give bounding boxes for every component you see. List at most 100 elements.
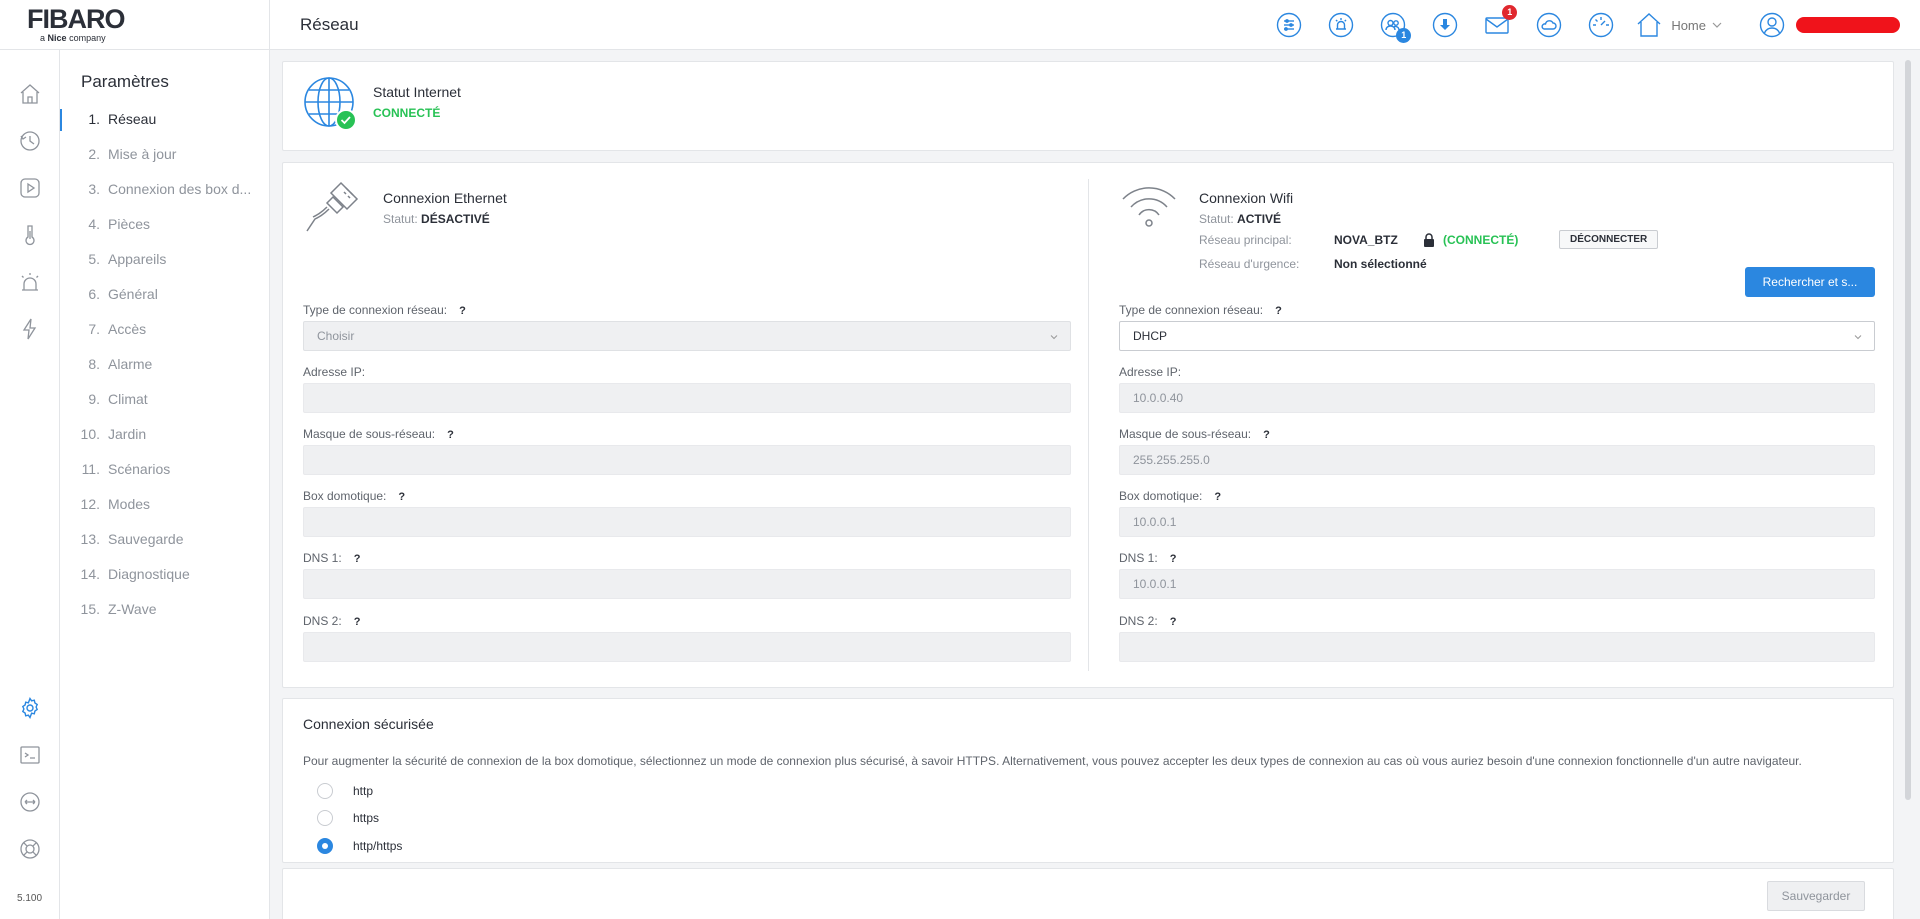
- home-selector[interactable]: Home: [1635, 11, 1730, 39]
- search-networks-button[interactable]: Rechercher et s...: [1745, 267, 1875, 297]
- nav-item-appareils[interactable]: 5. Appareils: [60, 242, 270, 277]
- nav-item-scenarios[interactable]: 11. Scénarios: [60, 452, 270, 487]
- ethernet-section: Connexion Ethernet Statut: DÉSACTIVÉ Typ…: [303, 163, 1071, 689]
- devices-list-icon[interactable]: [1273, 9, 1305, 41]
- wifi-mask-field[interactable]: 255.255.255.0: [1119, 445, 1875, 475]
- help-question-mark[interactable]: ?: [1170, 616, 1177, 628]
- wifi-gateway-field[interactable]: 10.0.0.1: [1119, 507, 1875, 537]
- ethernet-conn-type-select[interactable]: Choisir: [303, 321, 1071, 351]
- radio-button[interactable]: [317, 783, 333, 799]
- energy-icon[interactable]: [18, 317, 42, 341]
- help-question-mark[interactable]: ?: [447, 429, 454, 441]
- terminal-icon[interactable]: [18, 743, 42, 767]
- wifi-section: Connexion Wifi Statut: ACTIVÉ Réseau pri…: [1119, 163, 1875, 689]
- wifi-primary-row: Réseau principal: NOVA_BTZ (CONNECTÉ) DÉ…: [1199, 230, 1659, 249]
- ethernet-conn-type-label: Type de connexion réseau:?: [303, 303, 466, 317]
- save-button[interactable]: Sauvegarder: [1767, 881, 1865, 911]
- nav-item-jardin[interactable]: 10. Jardin: [60, 417, 270, 452]
- alarm-icon[interactable]: [18, 270, 42, 294]
- home-icon: [1637, 13, 1661, 37]
- internet-status-value: CONNECTÉ: [373, 106, 441, 120]
- ethernet-dns2-field[interactable]: [303, 632, 1071, 662]
- disconnect-button[interactable]: DÉCONNECTER: [1559, 230, 1659, 249]
- radio-button[interactable]: [317, 810, 333, 826]
- users-badge: 1: [1396, 28, 1412, 43]
- messages-badge: 1: [1502, 5, 1518, 20]
- wifi-ip-label: Adresse IP:: [1119, 365, 1182, 379]
- ethernet-mask-field[interactable]: [303, 445, 1071, 475]
- network-icon[interactable]: [18, 790, 42, 814]
- download-icon[interactable]: [1429, 9, 1461, 41]
- main-nav-rail: 5.100: [0, 50, 60, 919]
- nav-item-climat[interactable]: 9. Climat: [60, 382, 270, 417]
- nav-item-acces[interactable]: 7. Accès: [60, 312, 270, 347]
- brand-name: FIBARO: [27, 4, 125, 34]
- nav-item-z-wave[interactable]: 15. Z-Wave: [60, 592, 270, 627]
- help-question-mark[interactable]: ?: [354, 616, 361, 628]
- ethernet-dns1-field[interactable]: [303, 569, 1071, 599]
- nav-item-reseau[interactable]: 1. Réseau: [60, 102, 270, 137]
- help-question-mark[interactable]: ?: [1170, 553, 1177, 565]
- radio-http[interactable]: http: [317, 783, 373, 799]
- wifi-status: Statut: ACTIVÉ: [1199, 212, 1282, 226]
- chevron-down-icon: [1050, 335, 1058, 340]
- alarm-panel-icon[interactable]: [1325, 9, 1357, 41]
- radio-https[interactable]: https: [317, 810, 379, 826]
- settings-gear-icon[interactable]: [18, 696, 42, 720]
- ethernet-status: Statut: DÉSACTIVÉ: [383, 212, 490, 226]
- footer-bar: Sauvegarder: [282, 868, 1894, 919]
- settings-nav-title: Paramètres: [81, 72, 169, 91]
- nav-item-modes[interactable]: 12. Modes: [60, 487, 270, 522]
- wifi-dns2-field[interactable]: [1119, 632, 1875, 662]
- history-icon[interactable]: [18, 129, 42, 153]
- nav-item-mise-a-jour[interactable]: 2. Mise à jour: [60, 137, 270, 172]
- nav-item-sauvegarde[interactable]: 13. Sauvegarde: [60, 522, 270, 557]
- nav-item-connexion-box[interactable]: 3. Connexion des box d...: [60, 172, 270, 207]
- help-question-mark[interactable]: ?: [354, 553, 361, 565]
- messages-icon[interactable]: 1: [1481, 5, 1518, 41]
- top-bar: FIBARO a Nice company Réseau 1 1 Home: [0, 0, 1920, 50]
- help-lifebuoy-icon[interactable]: [18, 837, 42, 861]
- ethernet-ip-field[interactable]: [303, 383, 1071, 413]
- page-scrollbar[interactable]: [1905, 60, 1911, 800]
- ethernet-dns1-label: DNS 1:?: [303, 551, 361, 565]
- scenes-play-icon[interactable]: [18, 176, 42, 200]
- thermometer-icon[interactable]: [18, 223, 42, 247]
- wifi-conn-type-label: Type de connexion réseau:?: [1119, 303, 1282, 317]
- help-question-mark[interactable]: ?: [1214, 491, 1221, 503]
- help-question-mark[interactable]: ?: [459, 305, 466, 317]
- version-label: 5.100: [17, 893, 43, 904]
- wifi-emergency-row: Réseau d'urgence: Non sélectionné: [1199, 257, 1427, 271]
- wifi-dns2-label: DNS 2:?: [1119, 614, 1177, 628]
- help-question-mark[interactable]: ?: [1275, 305, 1282, 317]
- help-question-mark[interactable]: ?: [398, 491, 405, 503]
- home-icon[interactable]: [18, 82, 42, 106]
- radio-label: http/https: [353, 839, 403, 853]
- help-question-mark[interactable]: ?: [1263, 429, 1270, 441]
- ethernet-gateway-field[interactable]: [303, 507, 1071, 537]
- users-icon[interactable]: 1: [1377, 9, 1412, 43]
- wifi-title: Connexion Wifi: [1199, 190, 1294, 206]
- wifi-icon: [1119, 177, 1179, 237]
- radio-label: http: [353, 784, 374, 798]
- nav-item-diagnostique[interactable]: 14. Diagnostique: [60, 557, 270, 592]
- user-avatar-icon[interactable]: [1756, 9, 1788, 41]
- brand-subtitle: a Nice company: [40, 33, 106, 43]
- nav-item-pieces[interactable]: 4. Pièces: [60, 207, 270, 242]
- connections-card: Connexion Ethernet Statut: DÉSACTIVÉ Typ…: [282, 162, 1894, 688]
- radio-http-https[interactable]: http/https: [317, 838, 402, 854]
- ethernet-dns2-label: DNS 2:?: [303, 614, 361, 628]
- wifi-conn-type-select[interactable]: DHCP: [1119, 321, 1875, 351]
- nav-item-general[interactable]: 6. Général: [60, 277, 270, 312]
- wifi-ip-field[interactable]: 10.0.0.40: [1119, 383, 1875, 413]
- ethernet-mask-label: Masque de sous-réseau:?: [303, 427, 454, 441]
- energy-meter-icon[interactable]: [1585, 9, 1617, 41]
- radio-button-selected[interactable]: [317, 838, 333, 854]
- globe-check-icon: [303, 76, 359, 132]
- wifi-mask-label: Masque de sous-réseau:?: [1119, 427, 1270, 441]
- nav-item-alarme[interactable]: 8. Alarme: [60, 347, 270, 382]
- brand-logo[interactable]: FIBARO a Nice company: [0, 0, 270, 50]
- weather-icon[interactable]: [1533, 9, 1565, 41]
- wifi-dns1-field[interactable]: 10.0.0.1: [1119, 569, 1875, 599]
- user-name-redacted[interactable]: [1796, 17, 1900, 33]
